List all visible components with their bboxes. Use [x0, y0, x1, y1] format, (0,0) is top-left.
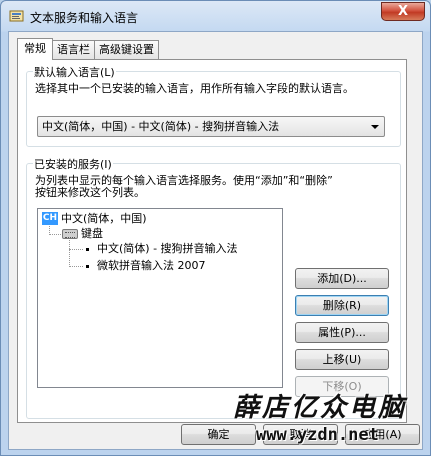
tree-keyboard-node[interactable]: 键盘: [81, 227, 103, 241]
tab-language-bar[interactable]: 语言栏: [52, 40, 95, 59]
tab-strip: 常规 语言栏 高级键设置: [17, 38, 159, 60]
bullet-icon: [86, 265, 89, 268]
ok-button[interactable]: 确定: [181, 424, 256, 445]
keyboard-icon: [62, 229, 78, 239]
properties-button[interactable]: 属性(P)...: [295, 322, 389, 343]
window-title: 文本服务和输入语言: [30, 11, 139, 25]
remove-button[interactable]: 删除(R): [295, 295, 389, 316]
installed-services-label: 已安装的服务(I): [33, 156, 113, 172]
default-language-group: 默认输入语言(L) 选择其中一个已安装的输入语言，用作所有输入字段的默认语言。 …: [26, 64, 401, 147]
tree-language-node[interactable]: 中文(简体，中国): [61, 212, 147, 226]
watermark-text: 薛店亿众电脑: [233, 393, 408, 423]
tab-general[interactable]: 常规: [17, 38, 53, 60]
watermark-url: www.yzdn.net: [256, 425, 379, 445]
tab-advanced-key-settings[interactable]: 高级键设置: [94, 40, 159, 59]
installed-services-description-line2: 按钮来修改这个列表。: [35, 186, 145, 199]
tree-connector: [49, 234, 61, 235]
tree-connector: [69, 249, 83, 250]
tab-panel-general: 默认输入语言(L) 选择其中一个已安装的输入语言，用作所有输入字段的默认语言。 …: [17, 59, 407, 423]
title-bar[interactable]: 文本服务和输入语言 X: [1, 1, 430, 31]
tree-connector: [69, 266, 83, 267]
add-button[interactable]: 添加(D)...: [295, 268, 389, 289]
default-language-dropdown[interactable]: 中文(简体，中国) - 中文(简体) - 搜狗拼音输入法: [37, 116, 385, 137]
tree-service-item[interactable]: 微软拼音输入法 2007: [97, 259, 206, 273]
default-language-label: 默认输入语言(L): [33, 64, 116, 80]
bullet-icon: [86, 248, 89, 251]
language-badge: CH: [42, 212, 58, 225]
services-tree[interactable]: CH 中文(简体，中国) 键盘 中文(简体) - 搜狗拼音输入法 微软拼音输入法…: [37, 208, 283, 388]
chevron-down-icon: [371, 125, 379, 129]
close-icon: X: [397, 4, 409, 19]
close-button[interactable]: X: [381, 2, 425, 21]
tree-service-item[interactable]: 中文(简体) - 搜狗拼音输入法: [97, 242, 238, 256]
default-language-selected: 中文(简体，中国) - 中文(简体) - 搜狗拼音输入法: [42, 120, 280, 133]
default-language-description: 选择其中一个已安装的输入语言，用作所有输入字段的默认语言。: [35, 82, 354, 95]
dialog-window: 文本服务和输入语言 X 常规 语言栏 高级键设置 默认输入语言(L) 选择其中一…: [0, 0, 431, 456]
text-services-icon: [9, 10, 24, 22]
installed-services-group: 已安装的服务(I) 为列表中显示的每个输入语言选择服务。使用“添加”和“删除” …: [26, 156, 401, 419]
tree-connector: [69, 240, 70, 267]
move-up-button[interactable]: 上移(U): [295, 349, 389, 370]
